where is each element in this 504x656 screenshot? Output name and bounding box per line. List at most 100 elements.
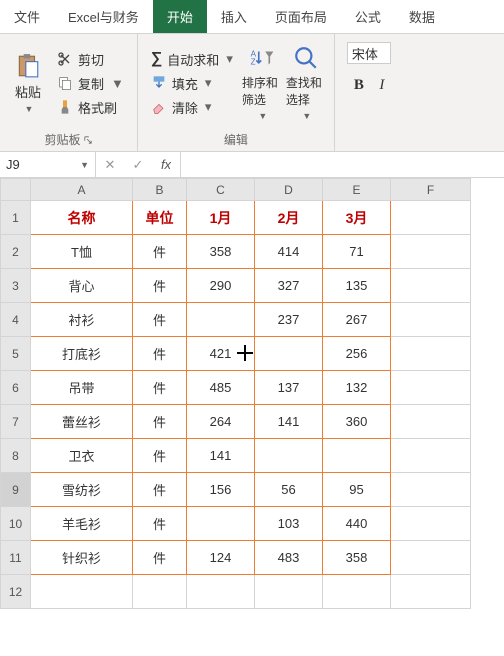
cell[interactable]: 件 [133,269,187,303]
cell[interactable]: 71 [323,235,391,269]
dialog-launcher-icon[interactable] [84,136,92,144]
cell[interactable]: 137 [255,371,323,405]
cell[interactable] [391,541,471,575]
col-header-C[interactable]: C [187,179,255,201]
cell[interactable]: T恤 [31,235,133,269]
fill-button[interactable]: 填充▾ [148,72,236,94]
select-all-corner[interactable] [1,179,31,201]
cell[interactable]: 440 [323,507,391,541]
cell[interactable]: 件 [133,473,187,507]
cell[interactable]: 421 [187,337,255,371]
cell[interactable]: 103 [255,507,323,541]
row-header[interactable]: 12 [1,575,31,609]
bold-button[interactable]: B [350,77,368,94]
copy-button[interactable]: 复制▼ [54,72,127,94]
cell[interactable]: 141 [255,405,323,439]
cell[interactable]: 135 [323,269,391,303]
row-header[interactable]: 1 [1,201,31,235]
row-header[interactable]: 8 [1,439,31,473]
cell[interactable]: 358 [323,541,391,575]
cell[interactable]: 蕾丝衫 [31,405,133,439]
cell[interactable]: 267 [323,303,391,337]
cell[interactable]: 414 [255,235,323,269]
worksheet-grid[interactable]: A B C D E F 1名称单位1月2月3月2T恤件358414713背心件2… [0,178,504,609]
cell[interactable] [391,371,471,405]
cell[interactable] [255,439,323,473]
cell[interactable]: 件 [133,303,187,337]
cell[interactable] [391,337,471,371]
cell[interactable]: 95 [323,473,391,507]
italic-button[interactable]: I [373,77,391,94]
cell[interactable] [391,201,471,235]
cell[interactable]: 雪纺衫 [31,473,133,507]
cell[interactable]: 件 [133,371,187,405]
tab-home[interactable]: 开始 [153,0,207,33]
row-header[interactable]: 11 [1,541,31,575]
cell[interactable] [187,303,255,337]
formula-bar[interactable] [181,152,504,177]
cell[interactable]: 单位 [133,201,187,235]
paste-button[interactable]: 粘贴 ▼ [6,38,50,128]
col-header-D[interactable]: D [255,179,323,201]
cell[interactable] [391,473,471,507]
tab-insert[interactable]: 插入 [207,0,261,33]
cell[interactable]: 485 [187,371,255,405]
cell[interactable]: 156 [187,473,255,507]
col-header-B[interactable]: B [133,179,187,201]
row-header[interactable]: 6 [1,371,31,405]
cell[interactable]: 358 [187,235,255,269]
cell[interactable] [391,405,471,439]
row-header[interactable]: 10 [1,507,31,541]
cell[interactable] [187,575,255,609]
autosum-button[interactable]: ∑ 自动求和▾ [148,48,236,70]
sort-filter-button[interactable]: AZ 排序和筛选 ▼ [240,38,284,128]
cell[interactable] [391,235,471,269]
tab-page-layout[interactable]: 页面布局 [261,0,341,33]
cell[interactable]: 141 [187,439,255,473]
cell[interactable]: 56 [255,473,323,507]
tab-formulas[interactable]: 公式 [341,0,395,33]
cell[interactable]: 360 [323,405,391,439]
cell[interactable] [323,575,391,609]
col-header-A[interactable]: A [31,179,133,201]
cell[interactable]: 名称 [31,201,133,235]
cell[interactable]: 1月 [187,201,255,235]
cell[interactable]: 针织衫 [31,541,133,575]
cell[interactable]: 264 [187,405,255,439]
col-header-F[interactable]: F [391,179,471,201]
cell[interactable]: 卫衣 [31,439,133,473]
cell[interactable] [391,507,471,541]
cell[interactable]: 290 [187,269,255,303]
cell[interactable]: 背心 [31,269,133,303]
cell[interactable]: 件 [133,439,187,473]
cell[interactable] [255,337,323,371]
cell[interactable]: 衬衫 [31,303,133,337]
row-header[interactable]: 9 [1,473,31,507]
accept-formula-button[interactable]: ✓ [124,157,152,173]
cell[interactable] [391,303,471,337]
format-painter-button[interactable]: 格式刷 [54,96,127,118]
cell[interactable]: 件 [133,541,187,575]
cut-button[interactable]: 剪切 [54,48,127,70]
cell[interactable]: 件 [133,337,187,371]
cell[interactable] [187,507,255,541]
cell[interactable]: 件 [133,235,187,269]
cell[interactable]: 132 [323,371,391,405]
row-header[interactable]: 5 [1,337,31,371]
cell[interactable] [133,575,187,609]
name-box[interactable]: J9 ▼ [0,152,96,177]
cell[interactable]: 打底衫 [31,337,133,371]
cell[interactable] [31,575,133,609]
tab-data[interactable]: 数据 [395,0,449,33]
cell[interactable]: 327 [255,269,323,303]
cancel-formula-button[interactable]: ✕ [96,157,124,173]
cell[interactable] [255,575,323,609]
cell[interactable]: 237 [255,303,323,337]
cell[interactable]: 256 [323,337,391,371]
row-header[interactable]: 4 [1,303,31,337]
row-header[interactable]: 2 [1,235,31,269]
clear-button[interactable]: 清除▾ [148,96,236,118]
fx-button[interactable]: fx [152,157,180,172]
find-select-button[interactable]: 查找和选择 ▼ [284,38,328,128]
cell[interactable]: 件 [133,405,187,439]
